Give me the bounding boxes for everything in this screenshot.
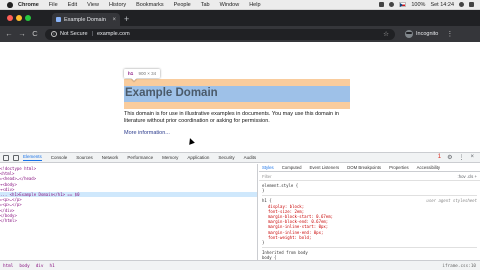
menu-bar: Chrome File Edit View History Bookmarks … xyxy=(0,0,480,10)
styles-pane: Styles Computed Event Listeners DOM Brea… xyxy=(259,164,480,260)
battery-percent[interactable]: 100% xyxy=(411,2,425,8)
window-close-button[interactable] xyxy=(7,15,13,21)
menu-item-bookmarks[interactable]: Bookmarks xyxy=(136,2,164,8)
tab-console[interactable]: Console xyxy=(51,155,68,160)
chrome-menu-button[interactable]: ⋮ xyxy=(446,30,453,38)
highlight-margin-bottom xyxy=(124,102,350,109)
tab-accessibility[interactable]: Accessibility xyxy=(417,165,440,170)
filter-input[interactable]: Filter xyxy=(262,174,272,179)
window-minimize-button[interactable] xyxy=(16,15,22,21)
breadcrumb-body[interactable]: body xyxy=(19,264,29,269)
menu-item-window[interactable]: Window xyxy=(220,2,240,8)
menu-item-tab[interactable]: Tab xyxy=(201,2,210,8)
tab-computed[interactable]: Computed xyxy=(282,165,302,170)
bookmark-star-icon[interactable]: ☆ xyxy=(383,30,389,38)
menu-item-edit[interactable]: Edit xyxy=(68,2,77,8)
tooltip-tag: h1 xyxy=(128,71,134,76)
spotlight-icon[interactable] xyxy=(459,2,464,7)
czech-flag-icon[interactable] xyxy=(399,2,407,7)
breadcrumb-div[interactable]: div xyxy=(36,264,44,269)
rule-close: } xyxy=(262,239,265,245)
tab-close-icon[interactable]: × xyxy=(112,17,116,23)
window-maximize-button[interactable] xyxy=(25,15,31,21)
reload-button[interactable]: C xyxy=(31,29,39,39)
devtools-tab-bar: Elements Console Sources Network Perform… xyxy=(0,153,480,163)
styles-tab-bar: Styles Computed Event Listeners DOM Brea… xyxy=(259,164,480,172)
incognito-label: Incognito xyxy=(416,31,439,37)
device-toolbar-icon[interactable] xyxy=(13,154,19,161)
dom-line[interactable]: </html> xyxy=(0,218,257,223)
devtools-more-icon[interactable]: ⋮ xyxy=(458,154,464,161)
tab-event-listeners[interactable]: Event Listeners xyxy=(310,165,340,170)
rule-source: user agent stylesheet xyxy=(426,198,477,204)
page-viewport: h1 900 × 34 Example Domain This domain i… xyxy=(0,42,480,152)
menu-item-help[interactable]: Help xyxy=(249,2,260,8)
menu-item-file[interactable]: File xyxy=(49,2,58,8)
notification-center-icon[interactable] xyxy=(469,2,474,7)
tab-performance[interactable]: Performance xyxy=(127,155,153,160)
tab-memory[interactable]: Memory xyxy=(162,155,178,160)
styles-filter[interactable]: Filter :hov .cls + xyxy=(259,172,480,181)
status-area: 100% Set 14:24 xyxy=(379,2,480,8)
tab-sources[interactable]: Sources xyxy=(76,155,93,160)
menu-item-chrome[interactable]: Chrome xyxy=(18,2,39,8)
page-heading: Example Domain xyxy=(125,87,218,99)
rule-selector[interactable]: h1 { xyxy=(262,198,272,203)
menu-item-view[interactable]: View xyxy=(87,2,99,8)
inspect-tooltip: h1 900 × 34 xyxy=(124,69,161,78)
security-label[interactable]: Not Secure xyxy=(60,31,88,37)
tab-application[interactable]: Application xyxy=(187,155,209,160)
tooltip-dimensions: 900 × 34 xyxy=(138,71,157,76)
menu-item-history[interactable]: History xyxy=(109,2,126,8)
url-separator: | xyxy=(91,31,93,37)
menu-item-people[interactable]: People xyxy=(174,2,191,8)
forward-button[interactable]: → xyxy=(18,29,26,39)
rule-divider xyxy=(262,247,477,249)
devtools-close-icon[interactable]: × xyxy=(470,154,474,161)
breadcrumb-html[interactable]: html xyxy=(3,264,13,269)
address-bar[interactable]: i Not Secure | example.com ☆ xyxy=(45,28,395,40)
element-style-close: } xyxy=(262,188,265,194)
devtools-actions: 1 ⚙ ⋮ × xyxy=(438,154,480,161)
tab-properties[interactable]: Properties xyxy=(389,165,409,170)
incognito-icon xyxy=(405,30,413,38)
tab-title: Example Domain xyxy=(64,16,106,23)
error-count-badge[interactable]: 1 xyxy=(438,154,441,161)
clock[interactable]: Set 14:24 xyxy=(430,2,454,8)
incognito-indicator[interactable]: Incognito xyxy=(405,30,438,38)
dropbox-icon[interactable] xyxy=(379,2,385,7)
rule-divider xyxy=(262,195,477,197)
filter-buttons[interactable]: :hov .cls + xyxy=(458,174,477,179)
mouse-cursor-icon xyxy=(187,137,195,145)
devtools-panel: Elements Console Sources Network Perform… xyxy=(0,152,480,270)
breadcrumb-h1[interactable]: h1 xyxy=(49,264,54,269)
more-information-link[interactable]: More information... xyxy=(124,130,170,136)
info-icon[interactable]: i xyxy=(51,31,57,37)
tab-audits[interactable]: Audits xyxy=(244,155,257,160)
tab-security[interactable]: Security xyxy=(218,155,234,160)
inspect-element-icon[interactable] xyxy=(3,154,9,161)
dom-breadcrumb: html body div h1 iframe.css:10 xyxy=(0,260,480,270)
highlight-margin-top xyxy=(124,79,350,86)
settings-gear-icon[interactable]: ⚙ xyxy=(447,154,452,161)
browser-tab[interactable]: Example Domain × xyxy=(52,13,120,26)
tab-styles[interactable]: Styles xyxy=(262,165,274,170)
tab-network[interactable]: Network xyxy=(102,155,119,160)
page-paragraph: This domain is for use in illustrative e… xyxy=(124,111,339,124)
url-text[interactable]: example.com xyxy=(97,31,130,37)
elements-tree: <!doctype html> <html> ▸<head>…</head> ▾… xyxy=(0,164,258,260)
browser-toolbar: ← → C i Not Secure | example.com ☆ Incog… xyxy=(0,26,480,42)
css-rules: element.style { } h1 { user agent styles… xyxy=(259,181,480,262)
page-favicon-icon xyxy=(56,17,61,22)
apple-icon[interactable] xyxy=(7,1,13,8)
wifi-icon[interactable] xyxy=(389,2,395,7)
tab-strip: Example Domain × + xyxy=(0,10,480,26)
breadcrumb-source: iframe.css:10 xyxy=(442,263,476,269)
tab-dom-breakpoints[interactable]: DOM Breakpoints xyxy=(347,165,381,170)
new-tab-button[interactable]: + xyxy=(124,14,129,24)
tab-elements[interactable]: Elements xyxy=(23,154,42,161)
back-button[interactable]: ← xyxy=(5,29,13,39)
